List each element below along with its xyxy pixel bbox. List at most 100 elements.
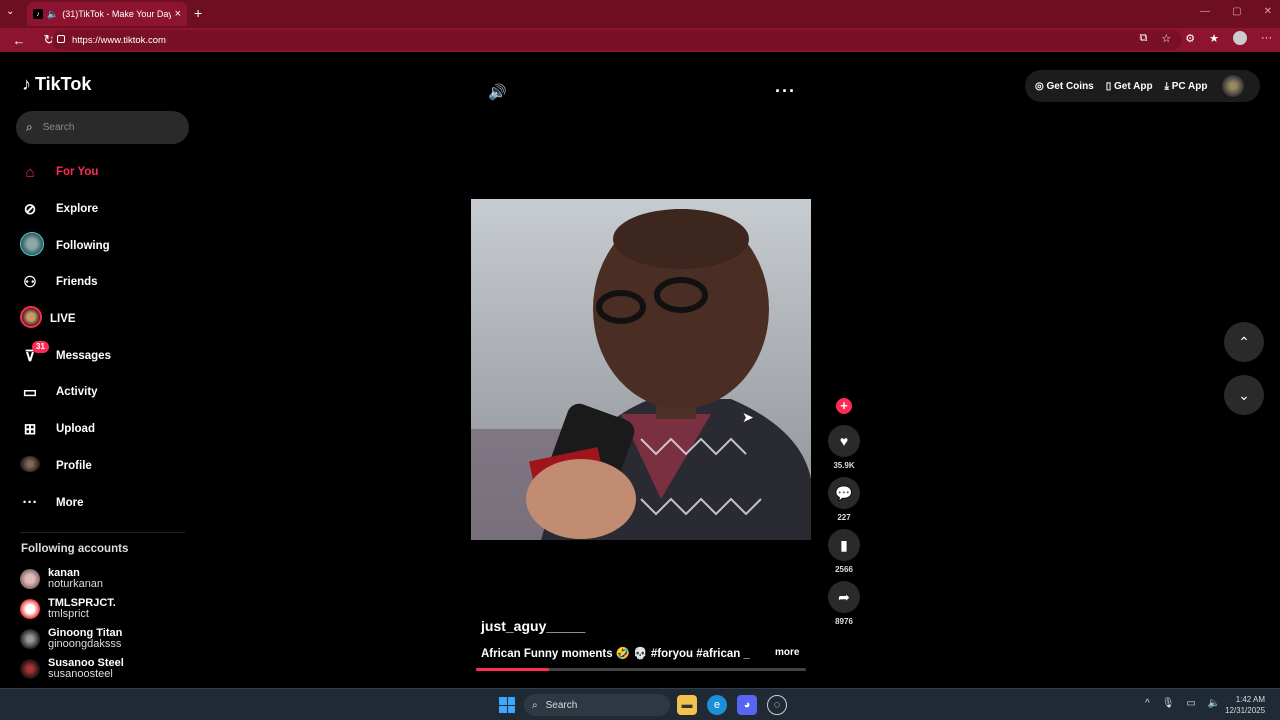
speaker-icon[interactable]: 🔈: [47, 9, 58, 20]
search-icon: ⌕: [532, 699, 538, 711]
sidebar-item-profile[interactable]: Profile: [20, 448, 190, 485]
sidebar-item-label: Following: [56, 239, 110, 252]
chevron-up-icon[interactable]: ^: [1145, 698, 1150, 709]
get-coins-label: Get Coins: [1046, 80, 1094, 92]
more-icon: ···: [22, 494, 38, 512]
list-item[interactable]: Susanoo Steel susanoosteel: [20, 654, 190, 684]
user-avatar[interactable]: [1221, 75, 1244, 97]
tiktok-logo[interactable]: ♪ TikTok: [22, 74, 91, 95]
address-bar-row: ← ↻ https://www.tiktok.com ⧉ ☆ ⚙ ★ ···: [0, 28, 1280, 52]
taskbar-search[interactable]: ⌕ Search: [524, 694, 670, 716]
following-accounts-list: kanan noturkanan TMLSPRJCT. tmlsprict Gino…: [20, 564, 190, 684]
account-username: noturkanan: [48, 578, 104, 590]
browser-tab[interactable]: ♪ 🔈 (31)TikTok - Make Your Day ×: [27, 2, 187, 26]
close-window-button[interactable]: ✕: [1264, 6, 1272, 17]
sidebar-item-label: Friends: [56, 276, 98, 289]
speaker-icon[interactable]: 🔈: [1208, 698, 1220, 709]
browser-menu-icon[interactable]: ···: [1261, 32, 1272, 44]
comment-action[interactable]: 💬 227: [828, 477, 860, 522]
lock-icon[interactable]: [57, 35, 65, 43]
sidebar-item-friends[interactable]: ⚇ Friends: [20, 264, 190, 301]
chevron-up-icon: ⌃: [1238, 333, 1250, 350]
following-accounts-title: Following accounts: [21, 543, 129, 555]
tab-actions-icon[interactable]: ⌄: [6, 6, 14, 17]
sidebar-item-messages[interactable]: ⊽ 31 Messages: [20, 337, 190, 374]
sidebar-item-label: More: [56, 496, 84, 509]
microphone-icon[interactable]: 🎙: [1162, 698, 1175, 709]
phone-icon: ▯: [1105, 80, 1115, 92]
previous-video-button[interactable]: ⌃: [1224, 322, 1264, 362]
sidebar-item-live[interactable]: LIVE: [20, 301, 190, 338]
get-app-button[interactable]: ▯ Get App: [1106, 81, 1153, 92]
share-count: 8976: [835, 617, 853, 626]
search-input[interactable]: ⌕ Search: [16, 111, 189, 144]
system-tray: ^ 🎙 ▭ 🔈: [1145, 698, 1220, 709]
edge-icon[interactable]: e: [707, 695, 727, 715]
list-item[interactable]: kanan noturkanan: [20, 564, 190, 594]
file-explorer-icon[interactable]: ▬: [677, 695, 697, 715]
list-item[interactable]: TMLSPRJCT. tmlsprict: [20, 594, 190, 624]
windows-taskbar: ⌕ Search ▬ e ◕ ◌ ^ 🎙 ▭ 🔈 1:42 AM 12/31/2…: [0, 688, 1280, 720]
top-actions: ◎ Get Coins ▯ Get App ⤓ PC App: [1025, 70, 1260, 102]
video-player[interactable]: [471, 199, 811, 540]
heart-icon[interactable]: ♥: [828, 425, 860, 457]
taskbar-search-label: Search: [545, 699, 578, 711]
friends-icon: ⚇: [23, 274, 37, 292]
follow-button[interactable]: +: [836, 398, 852, 414]
bookmark-icon[interactable]: ▮: [828, 529, 860, 561]
video-author[interactable]: just_aguy_____: [481, 618, 585, 634]
system-clock[interactable]: 1:42 AM 12/31/2025: [1225, 694, 1265, 716]
sidebar-item-upload[interactable]: ⊞ Upload: [20, 411, 190, 448]
coin-icon: ◎: [1035, 80, 1047, 92]
share-action[interactable]: ➦ 8976: [828, 581, 860, 626]
url-text: https://www.tiktok.com: [72, 34, 166, 46]
save-count: 2566: [835, 565, 853, 574]
caption-more-button[interactable]: more: [775, 647, 799, 658]
list-item[interactable]: Ginoong Titan ginoongdaksss: [20, 624, 190, 654]
get-coins-button[interactable]: ◎ Get Coins: [1035, 81, 1094, 92]
compass-icon: ⊘: [23, 201, 37, 219]
close-tab-icon[interactable]: ×: [175, 8, 181, 20]
sidebar-item-for-you[interactable]: ⌂ For You: [20, 154, 190, 191]
display-icon[interactable]: ▭: [1186, 698, 1195, 709]
browser-titlebar: ⌄ ♪ 🔈 (31)TikTok - Make Your Day × + — ▢…: [0, 0, 1280, 28]
favorite-star-icon[interactable]: ☆: [1161, 32, 1171, 45]
comment-icon[interactable]: 💬: [828, 477, 860, 509]
discord-icon[interactable]: ◕: [737, 695, 757, 715]
sidebar-item-activity[interactable]: ▭ Activity: [20, 374, 190, 411]
url-field[interactable]: https://www.tiktok.com: [52, 30, 1182, 50]
home-icon: ⌂: [25, 163, 35, 181]
chevron-down-icon: ⌄: [1238, 386, 1250, 403]
live-avatar-icon: [20, 306, 42, 329]
sidebar-item-following[interactable]: Following: [20, 227, 190, 264]
search-placeholder: Search: [42, 122, 75, 133]
more-options-icon[interactable]: ···: [775, 81, 796, 102]
new-tab-button[interactable]: +: [194, 5, 202, 21]
sidebar-item-explore[interactable]: ⊘ Explore: [20, 191, 190, 228]
sidebar-item-more[interactable]: ··· More: [20, 484, 190, 521]
back-button[interactable]: ←: [8, 33, 30, 48]
clock-time: 1:42 AM: [1235, 695, 1266, 704]
profile-avatar-icon: [20, 455, 40, 472]
sidebar-item-label: For You: [56, 166, 99, 179]
browser-profile-avatar[interactable]: [1233, 31, 1247, 45]
windows-start-icon[interactable]: [499, 697, 515, 713]
app-available-icon[interactable]: ⧉: [1140, 32, 1148, 45]
pc-app-button[interactable]: ⤓ PC App: [1165, 81, 1208, 92]
app-icon[interactable]: ◌: [767, 695, 787, 715]
maximize-button[interactable]: ▢: [1232, 6, 1241, 17]
next-video-button[interactable]: ⌄: [1224, 375, 1264, 415]
video-frame: [471, 199, 811, 540]
avatar: [20, 599, 40, 619]
extensions-icon[interactable]: ⚙: [1185, 32, 1195, 45]
share-icon[interactable]: ➦: [828, 581, 860, 613]
save-action[interactable]: ▮ 2566: [828, 529, 860, 574]
like-action[interactable]: ♥ 35.9K: [828, 425, 860, 470]
minimize-button[interactable]: —: [1200, 6, 1210, 17]
comment-count: 227: [837, 513, 851, 522]
download-icon: ⤓: [1164, 80, 1172, 92]
tiktok-favicon-icon: ♪: [33, 9, 43, 19]
video-progress-bar[interactable]: [476, 668, 806, 671]
favorites-icon[interactable]: ★: [1209, 32, 1219, 45]
volume-icon[interactable]: 🔊: [488, 83, 507, 101]
